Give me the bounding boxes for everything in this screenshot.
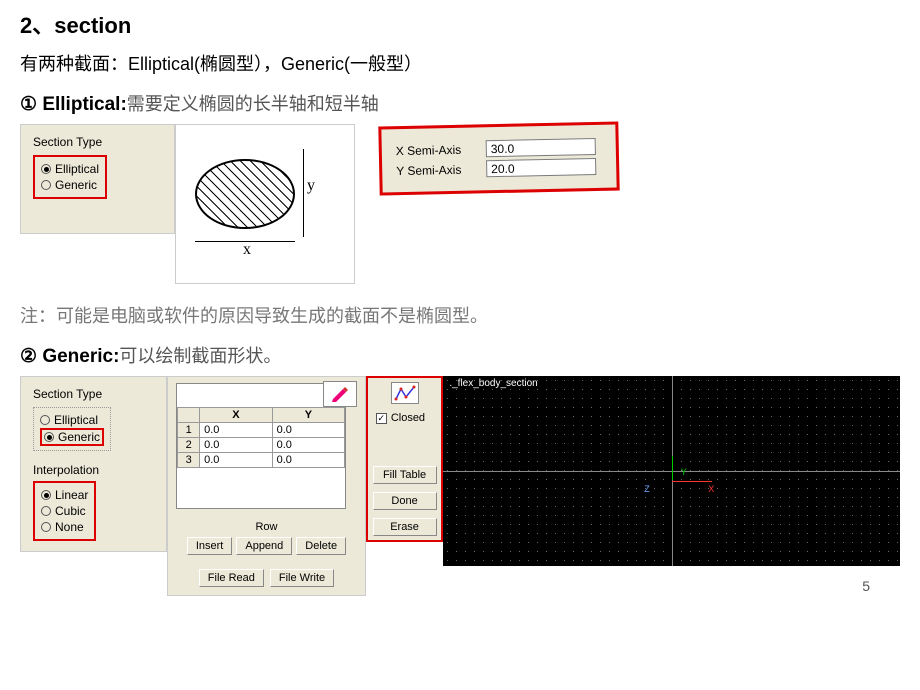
checkbox-checked-icon: ✓ [376, 413, 387, 424]
xy-table-panel: XY 10.00.0 20.00.0 30.00.0 Row Insert Ap… [167, 376, 366, 596]
generic-subheading: ② Generic:可以绘制截面形状。 [20, 342, 900, 368]
dim-y-line [303, 149, 304, 237]
radio-dot-selected-icon [41, 164, 51, 174]
table-row: 10.00.0 [178, 423, 345, 438]
section-type-label: Section Type [33, 135, 162, 149]
y-semi-axis-input[interactable]: 20.0 [486, 158, 596, 177]
radio-elliptical-label-2: Elliptical [54, 413, 98, 427]
radio-linear-label: Linear [55, 488, 88, 502]
radio-generic-label: Generic [55, 178, 97, 192]
circled-2: ② [20, 346, 37, 367]
radio-dot-icon [41, 522, 51, 532]
interpolation-radio-group: Linear Cubic None [33, 481, 96, 541]
file-write-button[interactable]: File Write [270, 569, 334, 587]
section-type-radio-group: Elliptical Generic [33, 155, 107, 199]
semi-axis-panel: X Semi-Axis 30.0 Y Semi-Axis 20.0 [378, 121, 619, 195]
preview-title: ._flex_body_section [449, 378, 537, 389]
x-axis-icon [672, 481, 712, 482]
xy-table[interactable]: XY 10.00.0 20.00.0 30.00.0 [176, 383, 346, 509]
table-row: 20.00.0 [178, 438, 345, 453]
page-number: 5 [20, 578, 900, 594]
closed-label: Closed [391, 412, 425, 424]
intro-text: 有两种截面：Elliptical(椭圆型），Generic(一般型） [20, 50, 900, 76]
radio-cubic[interactable]: Cubic [41, 503, 88, 519]
radio-generic[interactable]: Generic [41, 177, 99, 193]
delete-button[interactable]: Delete [296, 537, 346, 555]
append-button[interactable]: Append [236, 537, 292, 555]
elliptical-caveat: 注：可能是电脑或软件的原因导致生成的截面不是椭圆型。 [20, 302, 900, 328]
section-type-label-2: Section Type [33, 387, 154, 401]
radio-dot-icon [40, 415, 50, 425]
section-type-panel-generic: Section Type Elliptical Generic Interpol… [20, 376, 167, 552]
section-preview[interactable]: ._flex_body_section Y X Z [443, 376, 900, 566]
section-type-radio-group-2: Elliptical Generic [33, 407, 111, 451]
draw-controls-panel: ✓ Closed Fill Table Done Erase [366, 376, 444, 542]
erase-button[interactable]: Erase [373, 518, 437, 536]
col-x: X [200, 408, 273, 423]
polyline-icon[interactable] [391, 382, 419, 404]
elliptical-label: Elliptical: [42, 94, 126, 115]
radio-none-label: None [55, 520, 84, 534]
generic-label: Generic: [42, 346, 119, 367]
x-semi-axis-input[interactable]: 30.0 [486, 138, 596, 157]
y-axis-icon [672, 456, 673, 480]
fill-table-button[interactable]: Fill Table [373, 466, 437, 484]
col-y: Y [272, 408, 345, 423]
y-axis-letter: Y [681, 467, 687, 477]
radio-generic-label-2: Generic [58, 430, 100, 444]
radio-generic-2[interactable]: Generic [40, 428, 104, 446]
closed-checkbox[interactable]: ✓ Closed [376, 412, 425, 424]
done-button[interactable]: Done [373, 492, 437, 510]
row-label: Row [176, 521, 357, 533]
ellipse-icon [195, 159, 295, 229]
radio-dot-icon [41, 180, 51, 190]
insert-button[interactable]: Insert [187, 537, 233, 555]
table-row: 30.00.0 [178, 453, 345, 468]
radio-linear[interactable]: Linear [41, 487, 88, 503]
circled-1: ① [20, 94, 37, 115]
elliptical-subheading: ① Elliptical:需要定义椭圆的长半轴和短半轴 [20, 90, 900, 116]
generic-note: 可以绘制截面形状。 [119, 346, 281, 366]
x-semi-axis-label: X Semi-Axis [396, 142, 478, 158]
radio-elliptical-label: Elliptical [55, 162, 99, 176]
radio-elliptical[interactable]: Elliptical [41, 161, 99, 177]
pencil-icon[interactable] [323, 381, 357, 407]
radio-none[interactable]: None [41, 519, 88, 535]
radio-elliptical-2[interactable]: Elliptical [40, 412, 104, 428]
x-axis-letter: X [708, 484, 714, 494]
interpolation-label: Interpolation [33, 463, 154, 477]
y-axis-label: y [307, 177, 315, 195]
section-type-panel-elliptical: Section Type Elliptical Generic [20, 124, 175, 234]
radio-dot-selected-icon [44, 432, 54, 442]
y-semi-axis-label: Y Semi-Axis [396, 162, 478, 178]
file-read-button[interactable]: File Read [199, 569, 264, 587]
section-heading: 2、section [20, 8, 900, 40]
z-axis-letter: Z [644, 484, 650, 494]
x-axis-label: x [243, 241, 251, 259]
radio-dot-selected-icon [41, 490, 51, 500]
radio-cubic-label: Cubic [55, 504, 86, 518]
ellipse-diagram-panel: y x [175, 124, 355, 284]
elliptical-note: 需要定义椭圆的长半轴和短半轴 [127, 94, 379, 114]
radio-dot-icon [41, 506, 51, 516]
